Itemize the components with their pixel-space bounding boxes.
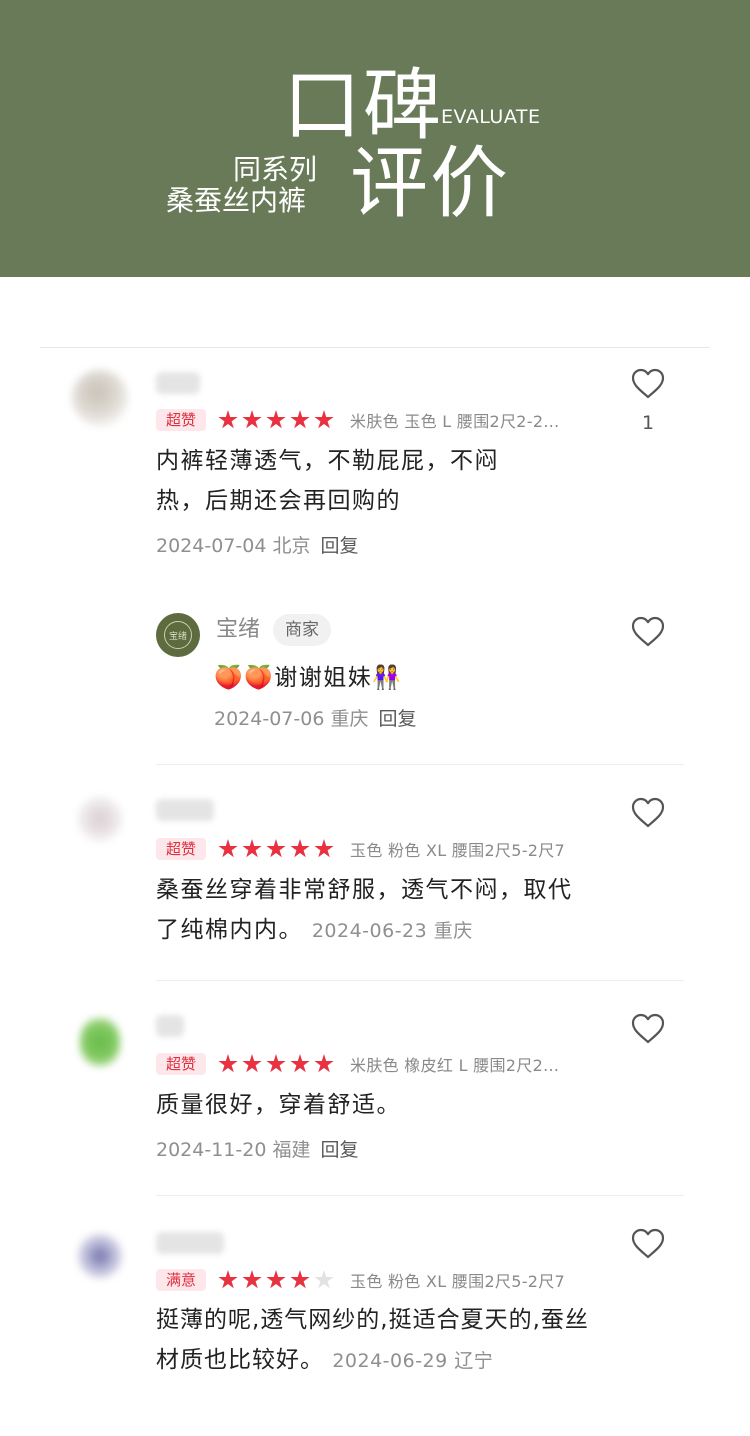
rating-row: 超赞 米肤色 橡皮红 L 腰围2尺2…	[156, 1052, 559, 1076]
review-content: 挺薄的呢,透气网纱的,挺适合夏天的,蚕丝材质也比较好。 2024-06-29 辽…	[156, 1300, 596, 1381]
star-rating	[218, 1270, 334, 1290]
review-content: 内裤轻薄透气，不勒屁屁，不闷热，后期还会再回购的	[156, 448, 499, 514]
seller-reply-date-location: 2024-07-06 重庆	[214, 708, 369, 730]
like-heart-icon[interactable]	[631, 1228, 665, 1260]
avatar[interactable]	[78, 1234, 122, 1278]
rating-tag: 超赞	[156, 409, 207, 431]
product-spec: 玉色 粉色 XL 腰围2尺5-2尺7	[350, 1272, 566, 1291]
review-divider	[156, 764, 684, 765]
product-spec: 玉色 粉色 XL 腰围2尺5-2尺7	[350, 841, 566, 860]
merchant-badge: 商家	[273, 614, 331, 646]
star-icon	[290, 839, 310, 858]
review-meta: 2024-07-04 北京 回复	[156, 534, 359, 558]
star-icon	[218, 1054, 238, 1073]
seller-logo: 宝绪	[164, 621, 192, 649]
rating-row: 超赞 米肤色 玉色 L 腰围2尺2-2…	[156, 408, 560, 432]
avatar[interactable]	[72, 370, 128, 426]
star-rating	[218, 410, 334, 430]
star-icon	[218, 839, 238, 858]
review-content: 桑蚕丝穿着非常舒服，透气不闷，取代了纯棉内内。 2024-06-23 重庆	[156, 870, 596, 951]
star-rating	[218, 1054, 334, 1074]
star-icon	[266, 839, 286, 858]
star-icon	[242, 1054, 262, 1073]
avatar[interactable]	[80, 1018, 120, 1066]
star-icon	[218, 410, 238, 429]
section-divider	[40, 347, 710, 348]
seller-logo-text: 宝绪	[168, 631, 187, 642]
banner-subtitle-2: 桑蚕丝内裤	[166, 184, 307, 217]
product-spec: 米肤色 玉色 L 腰围2尺2-2…	[350, 412, 560, 431]
star-icon	[290, 1270, 310, 1289]
rating-tag: 超赞	[156, 1053, 207, 1075]
rating-row: 满意 玉色 粉色 XL 腰围2尺5-2尺7	[156, 1268, 565, 1292]
banner-subtitle-1: 同系列	[233, 153, 318, 186]
user-name-blurred	[156, 372, 200, 394]
rating-tag: 满意	[156, 1269, 207, 1291]
like-count: 1	[641, 412, 655, 434]
star-empty-icon	[314, 1270, 334, 1289]
seller-name: 宝绪	[216, 617, 261, 642]
seller-reply-content: 🍑🍑谢谢姐妹👭	[214, 665, 403, 691]
star-icon	[314, 839, 334, 858]
like-heart-icon[interactable]	[631, 797, 665, 829]
star-icon	[290, 410, 310, 429]
star-icon	[242, 839, 262, 858]
review-date-location: 2024-06-29 辽宁	[332, 1350, 494, 1372]
review-divider	[156, 980, 684, 981]
star-icon	[314, 1054, 334, 1073]
user-name-blurred	[156, 799, 214, 821]
star-icon	[242, 1270, 262, 1289]
seller-avatar[interactable]: 宝绪	[156, 613, 200, 657]
reply-button[interactable]: 回复	[321, 535, 359, 557]
review-divider	[156, 1195, 684, 1196]
star-icon	[290, 1054, 310, 1073]
review-date-location: 2024-06-23 重庆	[311, 920, 473, 942]
star-rating	[218, 839, 334, 859]
reply-button[interactable]: 回复	[321, 1139, 359, 1161]
reply-button[interactable]: 回复	[379, 708, 417, 730]
rating-tag: 超赞	[156, 838, 207, 860]
product-spec: 米肤色 橡皮红 L 腰围2尺2…	[350, 1056, 560, 1075]
avatar[interactable]	[78, 797, 122, 841]
header-banner: 口碑 EVALUATE 同系列 桑蚕丝内裤 评价	[0, 0, 750, 277]
user-name-blurred	[156, 1232, 224, 1254]
review-date-location: 2024-11-20 福建	[156, 1139, 311, 1161]
banner-title-en: EVALUATE	[441, 106, 541, 128]
like-heart-icon[interactable]	[631, 1013, 665, 1045]
star-icon	[242, 410, 262, 429]
banner-title-2: 评价	[350, 139, 511, 229]
seller-reply-meta: 2024-07-06 重庆 回复	[214, 707, 417, 731]
star-icon	[218, 1270, 238, 1289]
like-heart-icon[interactable]	[631, 616, 665, 648]
star-icon	[266, 1054, 286, 1073]
review-date-location: 2024-07-04 北京	[156, 535, 311, 557]
star-icon	[266, 1270, 286, 1289]
review-content: 质量很好，穿着舒适。	[156, 1092, 401, 1118]
like-heart-icon[interactable]	[631, 368, 665, 400]
star-icon	[314, 410, 334, 429]
rating-row: 超赞 玉色 粉色 XL 腰围2尺5-2尺7	[156, 837, 565, 861]
user-name-blurred	[156, 1015, 184, 1037]
star-icon	[266, 410, 286, 429]
review-meta: 2024-11-20 福建 回复	[156, 1138, 359, 1162]
